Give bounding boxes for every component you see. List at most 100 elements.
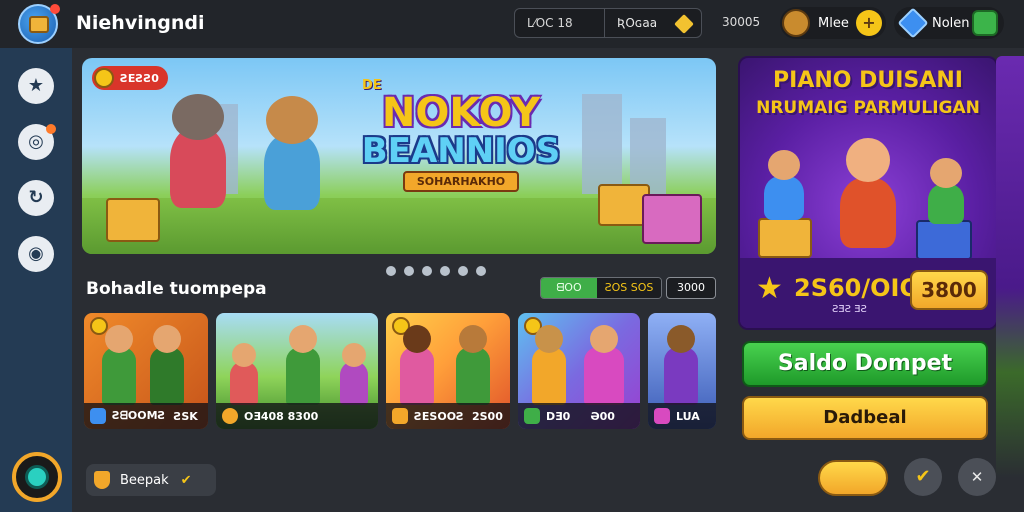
promo-panel[interactable]: PIANO DUISANI NRUMAIG PARMULIGAN ★ 2S60/… (738, 56, 998, 330)
promo-footer: ★ 2S60/OIO ƧƎƧ ƎƧ 3800 (740, 258, 996, 328)
coin-avatar-icon (782, 9, 810, 37)
gems-pill[interactable]: Nolen (894, 7, 1004, 39)
character-head (105, 325, 133, 353)
search-right-field[interactable]: ƦOɢaa (605, 9, 701, 37)
character-head (768, 150, 800, 180)
sidebar-item-target[interactable]: ◎ (18, 124, 56, 160)
treasure-box (916, 220, 972, 260)
next-promo-peek[interactable] (996, 56, 1024, 478)
gift-box (642, 194, 702, 244)
shield-icon (94, 471, 110, 489)
promo-amount: 2S60/OIO (794, 274, 920, 302)
app-title: Niehvingndi (76, 12, 205, 34)
search-left-field[interactable]: L⁄OC 18 (515, 9, 605, 37)
gift-box-button[interactable] (972, 10, 998, 36)
sidebar-item-star[interactable]: ★ (18, 68, 54, 104)
coins-pill[interactable]: Mlee + (780, 7, 886, 39)
top-search-bar[interactable]: L⁄OC 18 ƦOɢaa (514, 8, 702, 38)
game-card[interactable]: OƎ408 8300 (216, 313, 378, 429)
confirm-round-button[interactable]: ✔ (904, 458, 942, 496)
card-extra: 2S00 (471, 409, 503, 423)
secondary-action-button[interactable]: Dadbeal (742, 396, 988, 440)
hero-title-line2: BEANNIOS (361, 131, 561, 171)
close-round-button[interactable]: ✕ (958, 458, 996, 496)
sidebar-item-refresh[interactable]: ↻ (18, 180, 54, 216)
bottom-pill-label: Beepak (120, 472, 169, 488)
card-value: OƎ408 8300 (244, 409, 319, 423)
card-footer: ƧESOOƧ 2S00 (386, 403, 510, 429)
top-count: 30005 (722, 15, 761, 29)
treasure-box-icon (29, 16, 49, 33)
toggle-option-a[interactable]: ᗺOO (541, 278, 597, 298)
check-icon: ✔ (915, 466, 931, 487)
promo-title: PIANO DUISANI (773, 68, 963, 93)
card-footer: DƎ0 Ə00 (518, 403, 640, 429)
character-figure (340, 343, 368, 405)
carousel-dot[interactable] (386, 266, 396, 276)
add-coins-button[interactable]: + (856, 10, 882, 36)
character-head (403, 325, 431, 353)
toggle-switch[interactable] (818, 460, 888, 496)
gem-icon (897, 7, 929, 39)
hero-ribbon: SOHARHAKHO (402, 171, 520, 192)
carousel-dot[interactable] (422, 266, 432, 276)
app-logo-icon[interactable] (18, 4, 60, 44)
star-icon: ★ (756, 271, 783, 306)
character-figure (286, 325, 320, 405)
toggle-option-b[interactable]: ƧOS SOS (597, 278, 661, 298)
carousel-dot[interactable] (404, 266, 414, 276)
character-head (342, 343, 366, 367)
hero-title: DE NOKOY BEANNIOS SOHARHAKHO (348, 78, 574, 192)
game-card[interactable]: ƧᗺOOMƧ ƧSK (84, 313, 208, 429)
character-figure (840, 138, 896, 248)
profile-button[interactable] (12, 452, 62, 502)
character-head (232, 343, 256, 367)
character-figure (230, 343, 258, 405)
game-card[interactable]: LUA (648, 313, 716, 429)
diamond-icon (674, 14, 694, 34)
character-head (153, 325, 181, 353)
promo-claim-button[interactable]: 3800 (910, 270, 988, 310)
character-figure (928, 158, 964, 224)
coin-icon (94, 68, 114, 88)
section-title: Bohadle tuompepa (86, 279, 267, 299)
dog-character (264, 96, 320, 210)
check-icon: ✔ (180, 472, 192, 488)
treasure-box (758, 218, 812, 258)
sidebar-item-record[interactable]: ◉ (18, 236, 54, 272)
search-right-label: ƦOɢaa (617, 16, 658, 30)
carousel-dot[interactable] (476, 266, 486, 276)
character-head (289, 325, 317, 353)
wallet-balance-button[interactable]: Saldo Dompet (742, 341, 988, 387)
bottom-status-pill[interactable]: Beepak ✔ (86, 464, 216, 496)
gems-label: Nolen (932, 15, 970, 31)
record-icon: ◉ (28, 243, 44, 264)
game-card[interactable]: DƎ0 Ə00 (518, 313, 640, 429)
carousel-dot[interactable] (458, 266, 468, 276)
section-toggle[interactable]: ᗺOO ƧOS SOS (540, 277, 662, 299)
hero-tag-label: ƧEƧƧ0 (120, 71, 159, 85)
card-value: LUA (676, 409, 700, 423)
profile-orb-icon (25, 465, 49, 489)
section-button[interactable]: 3000 (666, 277, 716, 299)
wolf-character (170, 94, 226, 208)
sidebar: ★ ◎ ↻ ◉ (0, 48, 72, 512)
character-figure (102, 325, 136, 405)
building-shape (582, 94, 622, 194)
game-card[interactable]: ƧESOOƧ 2S00 (386, 313, 510, 429)
carousel-dot[interactable] (440, 266, 450, 276)
character-figure (400, 325, 434, 405)
card-value: ƧᗺOOMƧ (112, 409, 166, 422)
refresh-icon: ↻ (28, 187, 44, 208)
character-figure (150, 325, 184, 405)
character-figure (584, 325, 624, 405)
chest-icon (392, 408, 408, 424)
card-footer: ƧᗺOOMƧ ƧSK (84, 403, 208, 429)
coins-label: Mlee (818, 15, 849, 31)
hero-title-line1: NOKOY (381, 90, 541, 136)
hero-banner[interactable]: ƧEƧƧ0 DE NOKOY BEANNIOS SOHARHAKHO (82, 58, 716, 254)
hero-tag[interactable]: ƧEƧƧ0 (92, 66, 168, 90)
character-head (459, 325, 487, 353)
card-extra: ƧSK (173, 409, 198, 423)
promo-subtitle: NRUMAIG PARMULIGAN (756, 98, 980, 118)
